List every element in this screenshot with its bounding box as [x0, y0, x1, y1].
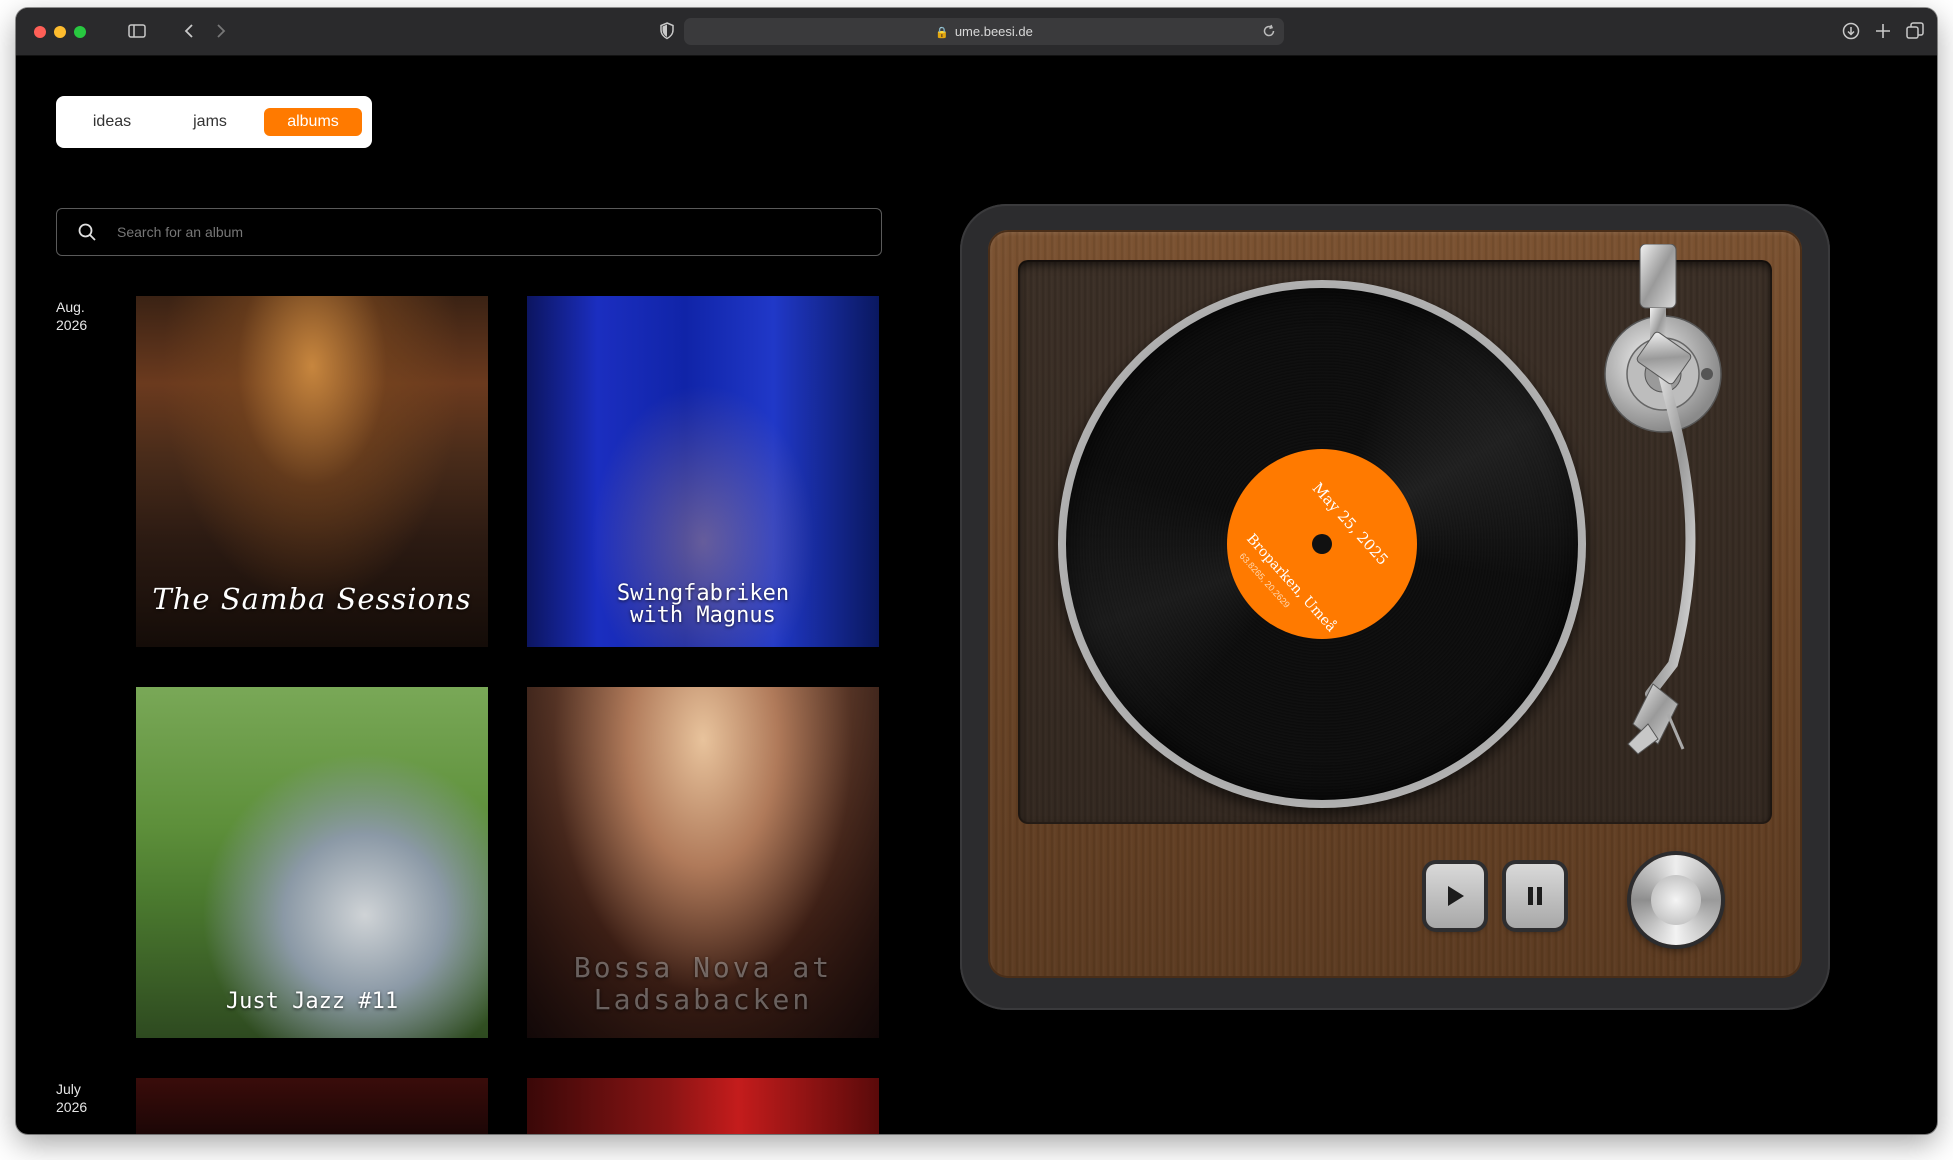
album-card[interactable]	[136, 1078, 488, 1134]
sidebar-icon[interactable]	[126, 20, 148, 42]
volume-knob[interactable]	[1631, 855, 1721, 945]
pause-button[interactable]	[1506, 864, 1564, 928]
album-search	[56, 208, 882, 256]
plus-icon[interactable]	[1872, 20, 1894, 42]
album-title: Just Jazz #11	[225, 989, 399, 1014]
turntable-body: May 25, 2025 Broparken, Umeå 63.8265, 20…	[988, 230, 1802, 978]
month-name: Aug.	[56, 299, 85, 315]
tonearm[interactable]	[1558, 244, 1778, 804]
album-card[interactable]	[527, 1078, 879, 1134]
shield-icon[interactable]	[656, 20, 678, 42]
turntable-player: May 25, 2025 Broparken, Umeå 63.8265, 20…	[960, 204, 1830, 1010]
month-year: 2026	[56, 317, 88, 333]
tab-albums[interactable]: albums	[264, 108, 362, 136]
tabs-icon[interactable]	[1904, 20, 1926, 42]
download-icon[interactable]	[1840, 20, 1862, 42]
search-input[interactable]	[115, 219, 839, 245]
lock-icon: 🔒	[935, 27, 949, 39]
zoom-window-button[interactable]	[74, 26, 86, 38]
pause-icon	[1528, 887, 1542, 905]
forward-icon[interactable]	[210, 20, 232, 42]
address-bar[interactable]: 🔒 ume.beesi.de	[684, 18, 1284, 45]
browser-toolbar: 🔒 ume.beesi.de	[16, 8, 1937, 56]
album-card[interactable]: Swingfabriken with Magnus	[527, 296, 879, 647]
album-title: Swingfabriken with Magnus	[616, 581, 790, 628]
month-name: July	[56, 1081, 81, 1097]
month-label-july: July 2026	[56, 1080, 87, 1116]
minimize-window-button[interactable]	[54, 26, 66, 38]
section-switcher: ideas jams albums	[56, 96, 372, 148]
record-label: May 25, 2025 Broparken, Umeå 63.8265, 20…	[1227, 449, 1417, 639]
vinyl-record[interactable]: May 25, 2025 Broparken, Umeå 63.8265, 20…	[1066, 288, 1578, 800]
album-card[interactable]: The Samba Sessions	[136, 296, 488, 647]
album-title: Bossa Nova at Ladsabacken	[573, 951, 833, 1016]
play-button[interactable]	[1426, 864, 1484, 928]
album-card[interactable]: Just Jazz #11	[136, 687, 488, 1038]
album-title: The Samba Sessions	[152, 582, 472, 616]
search-icon	[78, 223, 96, 241]
platter: May 25, 2025 Broparken, Umeå 63.8265, 20…	[1058, 280, 1586, 808]
tab-jams[interactable]: jams	[172, 108, 248, 136]
browser-window: 🔒 ume.beesi.de ideas jams albums Search …	[16, 8, 1937, 1134]
month-year: 2026	[56, 1099, 88, 1115]
play-icon	[1448, 886, 1464, 906]
reload-icon[interactable]	[1260, 22, 1278, 40]
turntable-deck: May 25, 2025 Broparken, Umeå 63.8265, 20…	[1018, 244, 1772, 824]
back-icon[interactable]	[178, 20, 200, 42]
album-card[interactable]: Bossa Nova at Ladsabacken	[527, 687, 879, 1038]
tab-ideas[interactable]: ideas	[74, 108, 150, 136]
record-date: May 25, 2025	[1308, 479, 1392, 569]
url-text: ume.beesi.de	[954, 24, 1033, 39]
spindle-hole	[1312, 534, 1332, 554]
close-window-button[interactable]	[34, 26, 46, 38]
month-label-aug: Aug. 2026	[56, 298, 87, 334]
